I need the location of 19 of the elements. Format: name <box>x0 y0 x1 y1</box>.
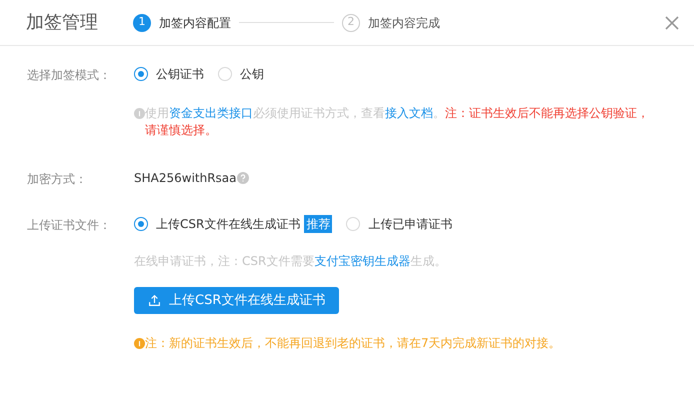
radio-option[interactable]: 公钥 <box>218 65 264 83</box>
step: 2 加签内容完成 <box>342 14 440 32</box>
warning-icon <box>134 338 145 348</box>
step: 1 加签内容配置 <box>133 14 231 32</box>
field-value: SHA256withRsaa <box>134 170 237 187</box>
close-button[interactable] <box>664 14 680 30</box>
field-label: 选择加签模式： <box>27 68 111 82</box>
dialog-title: 加签管理 <box>26 11 99 35</box>
hint-text: 在线申请证书，注：CSR文件需要支付宝密钥生成器生成。 <box>133 253 448 270</box>
info-icon <box>134 108 145 119</box>
field-label: 加密方式： <box>27 172 87 186</box>
field-label: 上传证书文件： <box>27 218 111 232</box>
upload-icon <box>148 294 161 307</box>
help-icon <box>236 172 249 184</box>
radio-option[interactable]: 上传CSR文件在线生成证书 推荐 <box>134 215 332 233</box>
radio-option[interactable]: 上传已申请证书 <box>346 215 452 233</box>
warning-note: 注：新的证书生效后，不能再回退到老的证书，请在7天内完成新证书的对接。 <box>145 335 561 352</box>
hint-text: 使用资金支出类接口必须使用证书方式，查看接入文档。注：证书生效后不能再选择公钥验证，请谨慎选择。 <box>145 105 650 139</box>
radio-option[interactable]: 公钥证书 <box>134 65 204 83</box>
